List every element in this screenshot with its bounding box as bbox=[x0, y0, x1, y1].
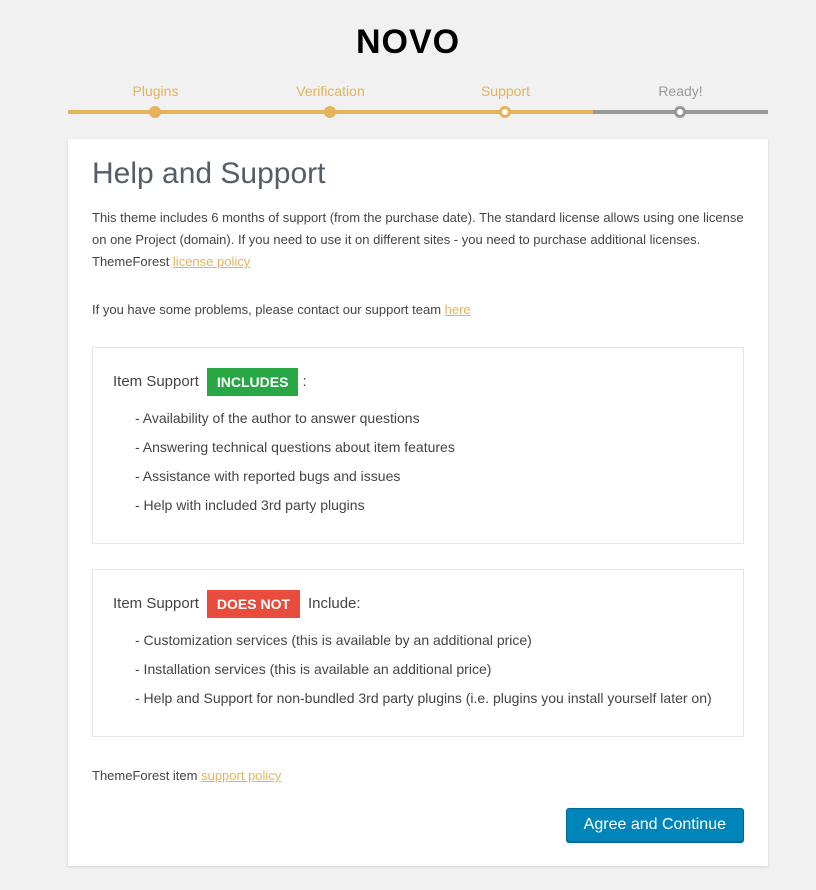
step-label: Ready! bbox=[658, 83, 703, 99]
list-item: - Help with included 3rd party plugins bbox=[135, 497, 365, 513]
step-complete-dot-icon bbox=[149, 106, 161, 118]
contact-text: If you have some problems, please contac… bbox=[92, 302, 445, 317]
page-title: Help and Support bbox=[92, 157, 326, 190]
list-item: - Availability of the author to answer q… bbox=[135, 410, 420, 426]
step-complete-dot-icon bbox=[324, 106, 336, 118]
support-intro-text: This theme includes 6 months of support … bbox=[92, 207, 744, 273]
excludes-heading: Item Support DOES NOT Include: bbox=[113, 590, 723, 618]
excludes-suffix: Include: bbox=[308, 595, 361, 612]
includes-heading: Item Support INCLUDES : bbox=[113, 368, 723, 396]
step-label: Verification bbox=[296, 83, 365, 99]
step-plugins[interactable]: Plugins bbox=[68, 78, 243, 118]
list-item: - Customization services (this is availa… bbox=[135, 632, 532, 648]
contact-support-text: If you have some problems, please contac… bbox=[92, 299, 744, 321]
support-excludes-box: Item Support DOES NOT Include: - Customi… bbox=[92, 569, 744, 737]
includes-badge: INCLUDES bbox=[206, 368, 299, 396]
support-includes-box: Item Support INCLUDES : - Availability o… bbox=[92, 347, 744, 544]
novo-logo: NOVO bbox=[355, 23, 461, 61]
step-pending-dot-icon bbox=[674, 106, 686, 118]
excludes-list: - Customization services (this is availa… bbox=[113, 626, 723, 713]
step-support[interactable]: Support bbox=[418, 78, 593, 118]
list-item: - Installation services (this is availab… bbox=[135, 661, 492, 677]
list-item: - Assistance with reported bugs and issu… bbox=[135, 468, 401, 484]
list-item: - Answering technical questions about it… bbox=[135, 439, 455, 455]
setup-steps-progress: Plugins Verification Support Ready! bbox=[68, 78, 768, 118]
step-label: Support bbox=[480, 83, 531, 99]
step-verification[interactable]: Verification bbox=[243, 78, 418, 118]
support-team-link[interactable]: here bbox=[445, 302, 471, 317]
includes-prefix: Item Support bbox=[113, 373, 199, 390]
agree-and-continue-button[interactable]: Agree and Continue bbox=[565, 808, 744, 842]
does-not-badge: DOES NOT bbox=[206, 590, 301, 618]
support-policy-text: ThemeForest item support policy bbox=[92, 767, 744, 785]
support-policy-link[interactable]: support policy bbox=[201, 768, 281, 783]
policy-text: ThemeForest item bbox=[92, 768, 202, 783]
includes-list: - Availability of the author to answer q… bbox=[113, 404, 723, 520]
license-policy-link[interactable]: license policy bbox=[173, 254, 250, 269]
step-ready[interactable]: Ready! bbox=[593, 78, 768, 118]
step-label: Plugins bbox=[132, 83, 179, 99]
help-support-card: Help and Support This theme includes 6 m… bbox=[68, 139, 768, 866]
excludes-prefix: Item Support bbox=[113, 595, 199, 612]
includes-suffix: : bbox=[302, 373, 307, 390]
list-item: - Help and Support for non-bundled 3rd p… bbox=[135, 690, 712, 706]
step-current-dot-icon bbox=[499, 106, 511, 118]
